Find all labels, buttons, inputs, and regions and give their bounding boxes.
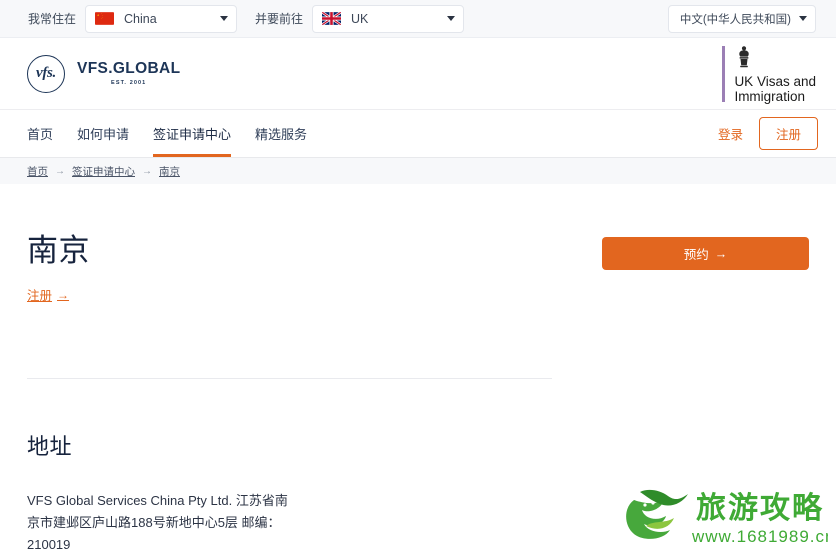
breadcrumb-item-home[interactable]: 首页 [27,164,48,179]
nav-item-label: 如何申请 [77,127,130,142]
nav-item-visa-application-centre[interactable]: 签证申请中心 [153,110,232,157]
book-appointment-button[interactable]: 预约 → [602,237,809,270]
vfs-global-logo[interactable]: vfs. VFS.GLOBAL EST. 2001 [27,54,180,93]
hero-section: 南京 注册 → 预约 → [27,184,809,305]
chevron-down-icon [220,16,229,21]
nav-item-home[interactable]: 首页 [27,110,53,157]
destination-country-value: UK [351,11,369,26]
breadcrumb-item-visa-application-centre[interactable]: 签证申请中心 [72,164,135,179]
vfs-established-text: EST. 2001 [111,80,147,87]
page-title: 南京 [27,233,90,268]
signup-link[interactable]: 注册 → [27,285,69,304]
vfs-monogram-text: vfs. [35,65,57,81]
login-link[interactable]: 登录 [718,124,743,143]
top-utility-bar: 我常住在 China 并要前往 UK 中文(中华人民共和国) [0,0,836,38]
main-content: 南京 注册 → 预约 → 地址 VFS Global Services Chin… [0,184,836,555]
nav-item-premium-services[interactable]: 精选服务 [255,110,307,157]
arrow-right-icon: → [57,287,70,302]
language-value: 中文(中华人民共和国) [679,13,791,26]
main-navigation: 首页 如何申请 签证申请中心 精选服务 登录 注册 [0,110,836,158]
breadcrumb: 首页 → 签证申请中心 → 南京 [0,158,836,184]
uk-visas-immigration-logo: UK Visas and Immigration [722,45,816,104]
ukvi-line-2: Immigration [734,88,805,104]
chevron-down-icon [447,16,456,21]
residing-label: 我常住在 [28,12,77,26]
register-button[interactable]: 注册 [758,117,818,150]
residing-country-value: China [124,11,157,26]
nav-item-label: 首页 [27,127,54,142]
book-appointment-label: 预约 [683,248,709,262]
address-text: VFS Global Services China Pty Ltd. 江苏省南京… [27,493,288,553]
nav-item-label: 签证申请中心 [153,127,232,142]
site-watermark: 旅游攻略 www.1681989.cn [620,474,834,554]
arrow-right-icon: → [714,246,728,261]
section-divider [27,378,552,380]
breadcrumb-separator: → [55,165,65,177]
signup-link-label: 注册 [27,289,53,304]
uk-flag-icon [322,12,342,25]
address-heading: 地址 [27,434,73,460]
nav-item-label: 精选服务 [255,127,308,142]
language-select[interactable]: 中文(中华人民共和国) [667,4,816,33]
watermark-title: 旅游攻略 [696,491,824,526]
vfs-brand-name: VFS.GLOBAL [77,59,181,77]
chevron-down-icon [799,16,807,21]
vfs-monogram-icon: vfs. [27,54,65,93]
watermark-url: www.1681989.cn [691,527,828,546]
china-flag-icon [95,12,115,25]
vfs-wordmark: VFS.GLOBAL EST. 2001 [77,61,180,87]
royal-crown-icon [734,45,816,73]
traveling-label: 并要前往 [255,12,304,26]
brand-header: vfs. VFS.GLOBAL EST. 2001 UK Visas and I… [0,38,836,110]
breadcrumb-item-nanjing[interactable]: 南京 [159,164,180,179]
destination-country-select[interactable]: UK [312,4,465,33]
breadcrumb-separator: → [142,165,152,177]
residing-country-select[interactable]: China [85,4,238,33]
hero-text-block: 南京 注册 → [27,233,90,305]
nav-item-how-to-apply[interactable]: 如何申请 [77,110,129,157]
ukvi-line-1: UK Visas and [734,73,816,89]
